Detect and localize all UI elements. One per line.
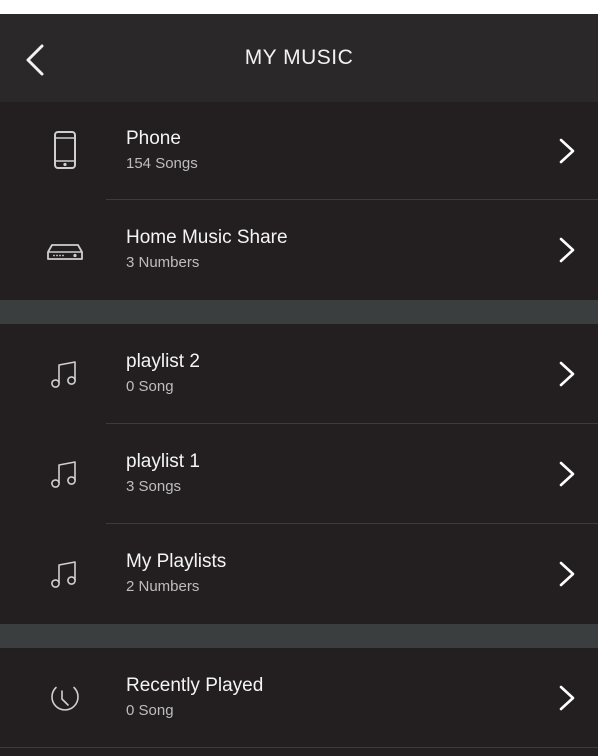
list-item-title: playlist 2 [126, 351, 200, 372]
list-item-count: 0 Song [126, 378, 174, 395]
list-item-count: 2 Numbers [126, 578, 200, 595]
music-note-icon [44, 353, 86, 395]
list-item-phone[interactable]: Phone 154 Songs [0, 102, 598, 200]
my-music-screen: MY MUSIC Phone 154 Songs Home Music Shar… [0, 14, 598, 756]
list-item-count: 3 Songs [126, 478, 182, 495]
section-separator [0, 300, 598, 324]
section-separator [0, 624, 598, 648]
clock-icon [44, 677, 86, 719]
back-arrow-icon[interactable] [18, 40, 58, 80]
list-item-title: My Playlists [126, 551, 227, 572]
chevron-right-icon [559, 685, 575, 711]
phone-icon [44, 130, 86, 172]
chevron-right-icon [559, 561, 575, 587]
chevron-right-icon [559, 237, 575, 263]
chevron-right-icon [559, 461, 575, 487]
list-item-playlist-1[interactable]: playlist 1 3 Songs [0, 424, 598, 524]
page-title: MY MUSIC [244, 46, 354, 69]
list-item-recently-played[interactable]: Recently Played 0 Song [0, 648, 598, 748]
chevron-right-icon [559, 361, 575, 387]
list-item-playlist-2[interactable]: playlist 2 0 Song [0, 324, 598, 424]
list-item-count: 154 Songs [126, 155, 198, 172]
list-item-count: 0 Song [126, 702, 174, 719]
list-item-title: Home Music Share [126, 227, 288, 248]
list-item-home-music-share[interactable]: Home Music Share 3 Numbers [0, 200, 598, 300]
header-bar: MY MUSIC [0, 14, 598, 102]
row-divider [0, 747, 598, 748]
list-item-my-playlists[interactable]: My Playlists 2 Numbers [0, 524, 598, 624]
music-note-icon [44, 453, 86, 495]
music-note-icon [44, 553, 86, 595]
list-item-count: 3 Numbers [126, 254, 200, 271]
media-server-icon [44, 229, 86, 271]
list-item-title: Recently Played [126, 675, 264, 696]
list-item-title: playlist 1 [126, 451, 200, 472]
chevron-right-icon [559, 138, 575, 164]
list-item-title: Phone [126, 128, 181, 149]
